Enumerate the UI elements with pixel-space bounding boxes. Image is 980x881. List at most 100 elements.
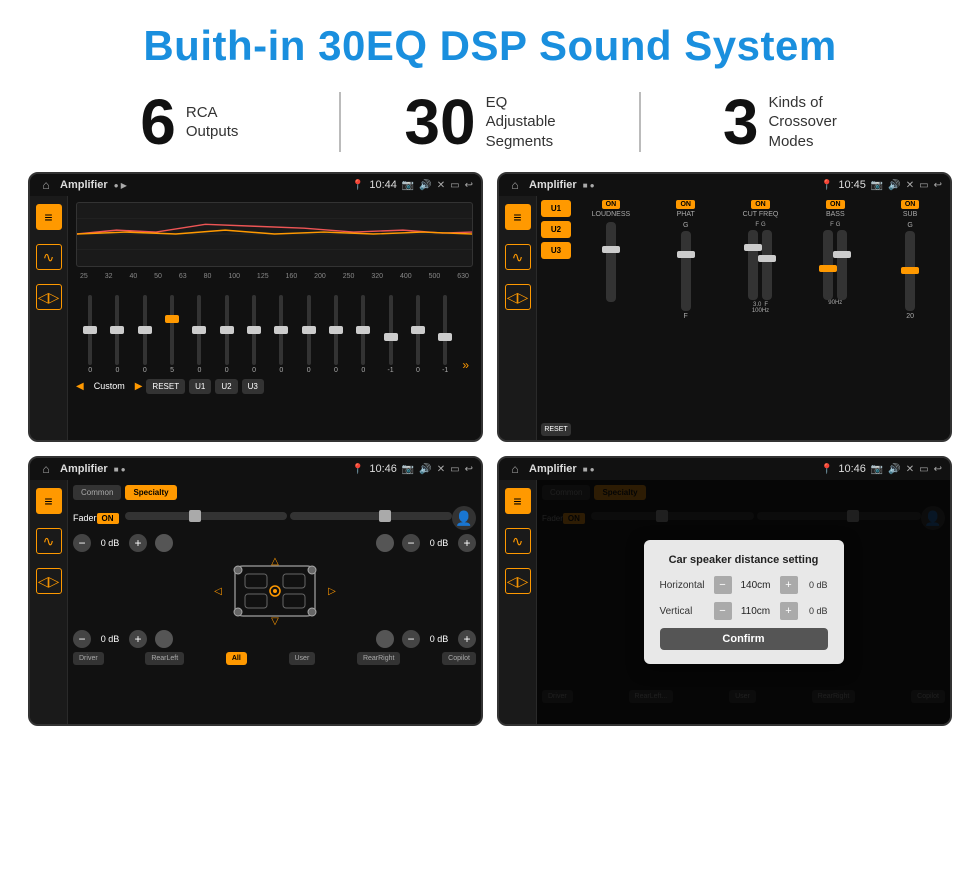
fader-rearright-btn[interactable]: RearRight xyxy=(357,652,401,665)
xo-cutfreq-slider2[interactable] xyxy=(762,230,772,300)
fader-user-btn[interactable]: User xyxy=(289,652,316,665)
xo-u1-btn[interactable]: U1 xyxy=(541,200,571,217)
eq-u3-btn[interactable]: U3 xyxy=(242,379,264,394)
eq-slider-13: -1 xyxy=(433,295,457,374)
xo-home-icon[interactable]: ⌂ xyxy=(507,177,523,193)
eq-slider-11: -1 xyxy=(378,295,402,374)
dist-back-icon: ↩ xyxy=(934,464,942,475)
xo-cutfreq-slider1[interactable] xyxy=(748,230,758,300)
fader-all-btn[interactable]: All xyxy=(226,652,247,665)
fader-main-area: Common Specialty Fader ON 👤 xyxy=(68,480,481,724)
xo-sidebar-eq[interactable]: ≡ xyxy=(505,204,531,230)
dist-sidebar-vol[interactable]: ◁▷ xyxy=(505,568,531,594)
fader-copilot-btn[interactable]: Copilot xyxy=(442,652,476,665)
xo-phat-on[interactable]: ON xyxy=(676,200,695,209)
xo-phat: ON PHAT G F xyxy=(650,200,722,436)
modal-horizontal-label: Horizontal xyxy=(660,580,714,591)
fader-settings-icon[interactable]: 👤 xyxy=(452,506,476,530)
fader-tab-specialty[interactable]: Specialty xyxy=(125,485,176,500)
xo-sidebar-wave[interactable]: ∿ xyxy=(505,244,531,270)
fader-home-icon[interactable]: ⌂ xyxy=(38,461,54,477)
fader-status-bar: ⌂ Amplifier ■ ● 📍 10:46 📷 🔊 ✕ ▭ ↩ xyxy=(30,458,481,480)
xo-u2-btn[interactable]: U2 xyxy=(541,221,571,238)
xo-sub-slider[interactable] xyxy=(905,231,915,311)
dist-time: 10:46 xyxy=(838,463,866,475)
fader-vol-rl-plus[interactable]: + xyxy=(129,630,147,648)
xo-back-icon: ↩ xyxy=(934,180,942,191)
fader-slider-h2[interactable] xyxy=(290,512,452,520)
fader-rect-icon: ▭ xyxy=(450,464,459,475)
fader-vol-grid: − 0 dB + − 0 dB + xyxy=(73,534,476,552)
eq-prev-btn[interactable]: ◀ xyxy=(76,381,84,392)
fader-time: 10:46 xyxy=(369,463,397,475)
xo-sub-on[interactable]: ON xyxy=(901,200,920,209)
fader-cam-icon: 📷 xyxy=(402,464,414,475)
xo-cutfreq-label: CUT FREQ xyxy=(743,211,779,218)
dist-home-icon[interactable]: ⌂ xyxy=(507,461,523,477)
fader-driver-btn[interactable]: Driver xyxy=(73,652,104,665)
eq-more-icon[interactable]: » xyxy=(460,356,471,374)
fader-speaker-fr xyxy=(376,534,394,552)
xo-loudness-slider[interactable] xyxy=(606,222,616,302)
fader-sidebar-vol[interactable]: ◁▷ xyxy=(36,568,62,594)
modal-vertical-minus[interactable]: − xyxy=(714,602,732,620)
fader-vol-rl-minus[interactable]: − xyxy=(73,630,91,648)
eq-slider-0: 0 xyxy=(78,295,102,374)
eq-time: 10:44 xyxy=(369,179,397,191)
fader-vol-fr-minus[interactable]: − xyxy=(402,534,420,552)
modal-horizontal-minus[interactable]: − xyxy=(714,576,732,594)
modal-horizontal-plus[interactable]: + xyxy=(780,576,798,594)
xo-loudness-label: LOUDNESS xyxy=(592,211,631,218)
xo-loudness-on[interactable]: ON xyxy=(602,200,621,209)
fader-location-icon: 📍 xyxy=(352,464,364,475)
modal-vertical-label: Vertical xyxy=(660,606,714,617)
fader-vol-fr-plus[interactable]: + xyxy=(458,534,476,552)
modal-overlay: Car speaker distance setting Horizontal … xyxy=(537,480,950,724)
xo-status-icons: ■ ● xyxy=(583,181,595,190)
fader-vol-fl-plus[interactable]: + xyxy=(129,534,147,552)
fader-vol-icon: 🔊 xyxy=(419,464,431,475)
dist-sidebar-eq[interactable]: ≡ xyxy=(505,488,531,514)
fader-vol-fl-minus[interactable]: − xyxy=(73,534,91,552)
xo-sidebar-vol[interactable]: ◁▷ xyxy=(505,284,531,310)
fader-tab-common[interactable]: Common xyxy=(73,485,121,500)
eq-back-icon: ↩ xyxy=(465,180,473,191)
eq-rect-icon: ▭ xyxy=(450,180,459,191)
xo-u3-btn[interactable]: U3 xyxy=(541,242,571,259)
xo-bass-slider1[interactable] xyxy=(823,230,833,300)
home-icon[interactable]: ⌂ xyxy=(38,177,54,193)
eq-reset-btn[interactable]: RESET xyxy=(146,379,185,394)
xo-bass-slider2[interactable] xyxy=(837,230,847,300)
stat-eq: 30 EQ AdjustableSegments xyxy=(361,90,620,154)
dist-cam-icon: 📷 xyxy=(871,464,883,475)
fader-slider-h1[interactable] xyxy=(125,512,287,520)
fader-vol-rr-value: 0 dB xyxy=(424,634,454,644)
modal-confirm-button[interactable]: Confirm xyxy=(660,628,828,650)
eq-u2-btn[interactable]: U2 xyxy=(215,379,237,394)
eq-u1-btn[interactable]: U1 xyxy=(189,379,211,394)
eq-sidebar-vol[interactable]: ◁▷ xyxy=(36,284,62,310)
svg-text:▽: ▽ xyxy=(271,616,279,626)
fader-on-badge[interactable]: ON xyxy=(97,513,119,524)
eq-sidebar-eq[interactable]: ≡ xyxy=(36,204,62,230)
modal-horizontal-db: 0 dB xyxy=(798,580,828,590)
dist-sidebar-wave[interactable]: ∿ xyxy=(505,528,531,554)
fader-rearleft-btn[interactable]: RearLeft xyxy=(145,652,184,665)
xo-reset-btn[interactable]: RESET xyxy=(541,423,571,436)
xo-cutfreq-on[interactable]: ON xyxy=(751,200,770,209)
modal-vertical-db: 0 dB xyxy=(798,606,828,616)
dist-location-icon: 📍 xyxy=(821,464,833,475)
fader-sidebar-eq[interactable]: ≡ xyxy=(36,488,62,514)
xo-bass: ON BASS F G xyxy=(799,200,871,436)
eq-next-btn[interactable]: ▶ xyxy=(135,381,143,392)
dist-x-icon: ✕ xyxy=(906,464,914,475)
xo-phat-slider[interactable] xyxy=(681,231,691,311)
fader-vol-rr-minus[interactable]: − xyxy=(402,630,420,648)
xo-bass-on[interactable]: ON xyxy=(826,200,845,209)
eq-graph xyxy=(76,202,473,267)
fader-sidebar-wave[interactable]: ∿ xyxy=(36,528,62,554)
fader-vol-rr-plus[interactable]: + xyxy=(458,630,476,648)
eq-sidebar-wave[interactable]: ∿ xyxy=(36,244,62,270)
modal-vertical-plus[interactable]: + xyxy=(780,602,798,620)
fader-top-row: Fader ON 👤 xyxy=(73,506,476,530)
